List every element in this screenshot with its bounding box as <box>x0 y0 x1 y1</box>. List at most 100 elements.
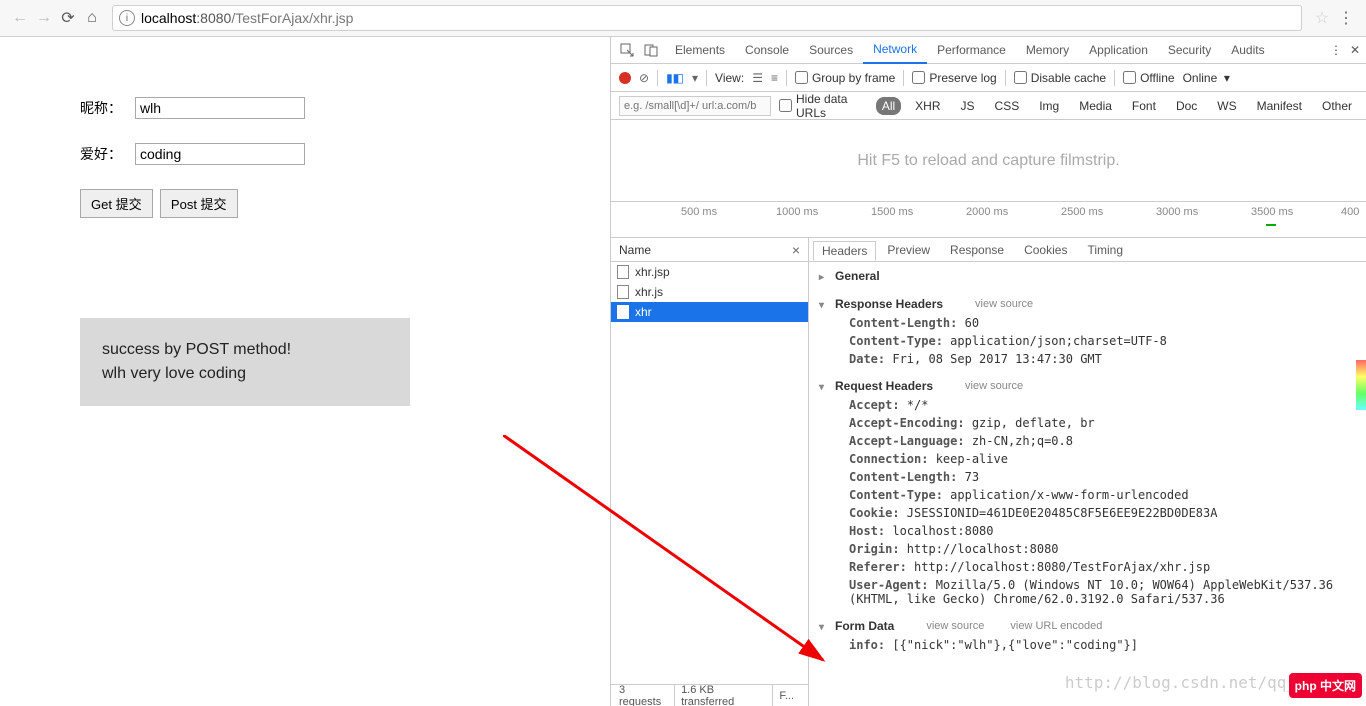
network-toolbar: ⊘ ▮◧ ▾ View: ☰ ≡ Group by frame Preserve… <box>611 64 1366 92</box>
network-status-bar: 3 requests 1.6 KB transferred F... <box>611 684 808 706</box>
header-entry: Date: Fri, 08 Sep 2017 13:47:30 GMT <box>809 350 1366 368</box>
capture-screenshot-icon[interactable]: ▮◧ <box>666 71 684 85</box>
section-response-headers[interactable]: Response Headersview source <box>809 294 1366 314</box>
tab-network[interactable]: Network <box>863 37 927 64</box>
request-list: Name × xhr.jsp xhr.js xhr 3 requests 1.6… <box>611 238 809 706</box>
post-submit-button[interactable]: Post 提交 <box>160 189 238 218</box>
file-icon <box>617 265 629 279</box>
clear-icon[interactable]: ⊘ <box>639 71 649 85</box>
filter-input[interactable] <box>619 96 771 116</box>
tab-audits[interactable]: Audits <box>1221 37 1274 64</box>
browser-menu-icon[interactable]: ⋮ <box>1334 8 1358 28</box>
home-button[interactable]: ⌂ <box>80 6 104 30</box>
filter-js[interactable]: JS <box>955 97 981 115</box>
timeline-overview[interactable]: 500 ms 1000 ms 1500 ms 2000 ms 2500 ms 3… <box>611 202 1366 238</box>
filmstrip-hint: Hit F5 to reload and capture filmstrip. <box>611 120 1366 202</box>
timeline-request-mark <box>1266 224 1276 226</box>
header-entry: Content-Length: 60 <box>809 314 1366 332</box>
filter-xhr[interactable]: XHR <box>909 97 946 115</box>
result-display: success by POST method! wlh very love co… <box>80 318 410 406</box>
request-item[interactable]: xhr.js <box>611 282 808 302</box>
hobby-label: 爱好： <box>80 144 135 164</box>
disable-cache-check[interactable]: Disable cache <box>1014 71 1106 85</box>
record-button[interactable] <box>619 72 631 84</box>
filter-media[interactable]: Media <box>1073 97 1118 115</box>
favorite-icon[interactable]: ☆ <box>1310 6 1334 30</box>
dtab-preview[interactable]: Preview <box>878 240 939 260</box>
request-details: Headers Preview Response Cookies Timing … <box>809 238 1366 706</box>
filter-ws[interactable]: WS <box>1211 97 1242 115</box>
group-by-frame-check[interactable]: Group by frame <box>795 71 895 85</box>
browser-toolbar: ← → ⟳ ⌂ i localhost:8080/TestForAjax/xhr… <box>0 0 1366 37</box>
filter-all[interactable]: All <box>876 97 901 115</box>
tab-application[interactable]: Application <box>1079 37 1158 64</box>
logo-badge: php 中文网 <box>1289 673 1362 698</box>
section-general[interactable]: General <box>809 266 1366 286</box>
file-icon <box>617 305 629 319</box>
filter-icon[interactable]: ▾ <box>692 71 698 85</box>
tab-security[interactable]: Security <box>1158 37 1221 64</box>
site-info-icon[interactable]: i <box>119 10 135 26</box>
address-bar[interactable]: i localhost:8080/TestForAjax/xhr.jsp <box>112 5 1302 31</box>
header-entry: Accept-Language: zh-CN,zh;q=0.8 <box>809 432 1366 450</box>
nickname-label: 昵称： <box>80 98 135 118</box>
tab-memory[interactable]: Memory <box>1016 37 1079 64</box>
scrollbar-indicator <box>1356 360 1366 410</box>
dtab-headers[interactable]: Headers <box>813 241 876 261</box>
tab-elements[interactable]: Elements <box>665 37 735 64</box>
header-entry: Cookie: JSESSIONID=461DE0E20485C8F5E6EE9… <box>809 504 1366 522</box>
result-line: wlh very love coding <box>102 362 388 386</box>
inspect-icon[interactable] <box>617 40 637 60</box>
throttle-select[interactable]: Online ▾ <box>1183 71 1230 85</box>
devtools-panel: Elements Console Sources Network Perform… <box>610 37 1366 706</box>
filter-font[interactable]: Font <box>1126 97 1162 115</box>
reqlist-column-name[interactable]: Name × <box>611 238 808 262</box>
watermark-text: http://blog.csdn.net/qq_ <box>1065 673 1296 692</box>
reload-button[interactable]: ⟳ <box>56 6 80 30</box>
header-entry: Content-Type: application/json;charset=U… <box>809 332 1366 350</box>
header-entry: Accept-Encoding: gzip, deflate, br <box>809 414 1366 432</box>
filter-other[interactable]: Other <box>1316 97 1358 115</box>
dtab-timing[interactable]: Timing <box>1078 240 1132 260</box>
header-entry: Origin: http://localhost:8080 <box>809 540 1366 558</box>
header-entry: User-Agent: Mozilla/5.0 (Windows NT 10.0… <box>809 576 1366 608</box>
forward-button[interactable]: → <box>32 6 56 30</box>
section-request-headers[interactable]: Request Headersview source <box>809 376 1366 396</box>
waterfall-icon[interactable]: ≡ <box>771 71 778 85</box>
request-item[interactable]: xhr <box>611 302 808 322</box>
filter-manifest[interactable]: Manifest <box>1251 97 1308 115</box>
device-toggle-icon[interactable] <box>641 40 661 60</box>
result-line: success by POST method! <box>102 338 388 362</box>
devtools-more-icon[interactable]: ⋮ <box>1330 43 1342 57</box>
back-button[interactable]: ← <box>8 6 32 30</box>
filter-doc[interactable]: Doc <box>1170 97 1203 115</box>
dtab-response[interactable]: Response <box>941 240 1013 260</box>
header-entry: Accept: */* <box>809 396 1366 414</box>
dtab-cookies[interactable]: Cookies <box>1015 240 1076 260</box>
hide-data-urls-check[interactable]: Hide data URLs <box>779 92 868 120</box>
nickname-input[interactable] <box>135 97 305 119</box>
details-tabs: Headers Preview Response Cookies Timing <box>809 238 1366 262</box>
header-entry: Content-Type: application/x-www-form-url… <box>809 486 1366 504</box>
header-entry: info: [{"nick":"wlh"},{"love":"coding"}] <box>809 636 1366 654</box>
file-icon <box>617 285 629 299</box>
large-rows-icon[interactable]: ☰ <box>752 71 763 85</box>
tab-performance[interactable]: Performance <box>927 37 1016 64</box>
request-item[interactable]: xhr.jsp <box>611 262 808 282</box>
header-entry: Content-Length: 73 <box>809 468 1366 486</box>
close-details-icon[interactable]: × <box>792 242 800 258</box>
hobby-input[interactable] <box>135 143 305 165</box>
header-entry: Host: localhost:8080 <box>809 522 1366 540</box>
filter-css[interactable]: CSS <box>989 97 1026 115</box>
filter-img[interactable]: Img <box>1033 97 1065 115</box>
header-entry: Referer: http://localhost:8080/TestForAj… <box>809 558 1366 576</box>
devtools-close-icon[interactable]: ✕ <box>1350 43 1360 57</box>
page-body: 昵称： 爱好： Get 提交 Post 提交 success by POST m… <box>0 37 610 706</box>
tab-sources[interactable]: Sources <box>799 37 863 64</box>
offline-check[interactable]: Offline <box>1123 71 1174 85</box>
get-submit-button[interactable]: Get 提交 <box>80 189 153 218</box>
tab-console[interactable]: Console <box>735 37 799 64</box>
preserve-log-check[interactable]: Preserve log <box>912 71 996 85</box>
section-form-data[interactable]: Form Dataview sourceview URL encoded <box>809 616 1366 636</box>
network-filter-bar: Hide data URLs All XHR JS CSS Img Media … <box>611 92 1366 120</box>
